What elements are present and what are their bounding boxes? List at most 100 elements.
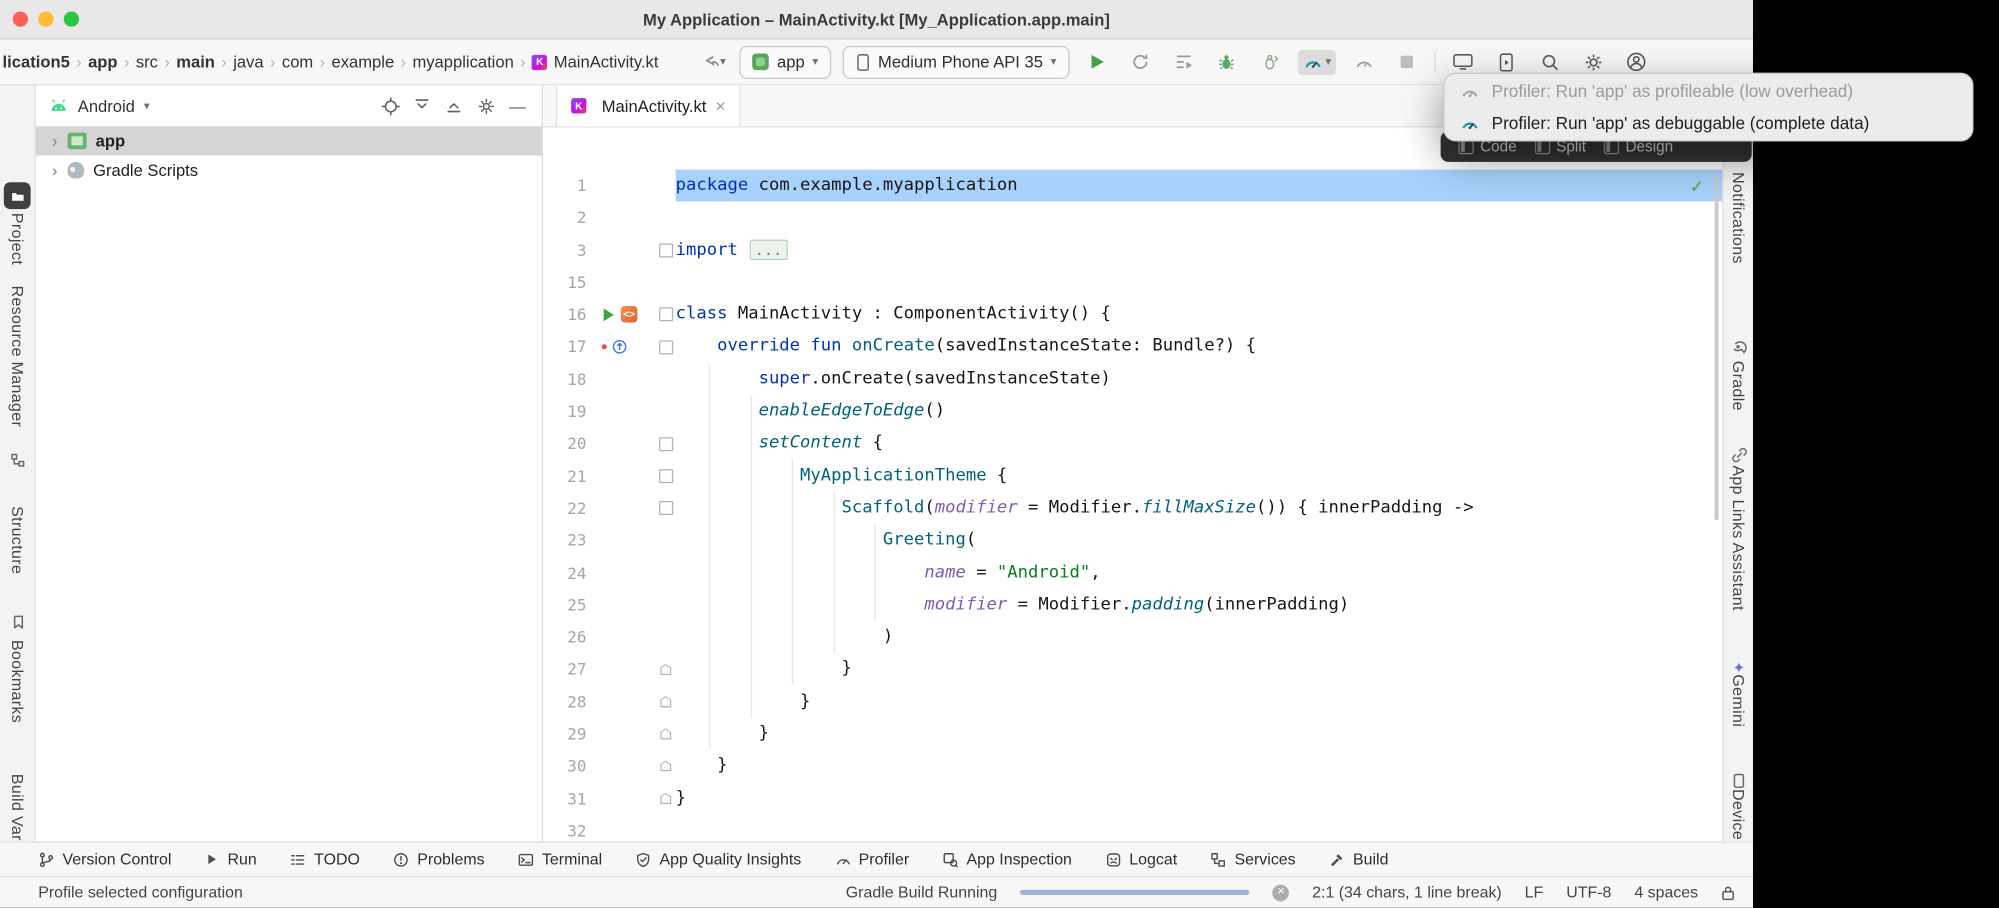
tool-window-button-run[interactable]: Run — [205, 850, 257, 868]
tool-stripe-build-variants[interactable]: Build Variants — [8, 774, 26, 842]
fold-end-marker[interactable] — [660, 696, 671, 707]
tool-stripe-bookmarks[interactable]: Bookmarks — [8, 640, 26, 723]
tool-stripe-resource-manager[interactable]: Resource Manager — [8, 286, 26, 428]
code-line-31[interactable]: 31} — [543, 782, 1722, 814]
code-line-26[interactable]: 26 ) — [543, 621, 1722, 653]
tool-stripe-gradle[interactable]: Gradle — [1729, 361, 1747, 411]
tool-window-button-app-quality-insights[interactable]: App Quality Insights — [635, 850, 801, 868]
gradle-stripe-icon[interactable] — [1730, 338, 1748, 356]
readonly-lock-icon[interactable] — [1721, 884, 1735, 901]
code-line-19[interactable]: 19 enableEdgeToEdge() — [543, 395, 1722, 427]
tool-window-button-problems[interactable]: Problems — [393, 850, 485, 868]
zoom-button[interactable] — [64, 11, 79, 26]
run-configuration-selector[interactable]: app ▾ — [740, 45, 831, 78]
tool-window-button-terminal[interactable]: Terminal — [518, 850, 602, 868]
tool-window-button-build[interactable]: Build — [1329, 850, 1389, 868]
tool-window-button-app-inspection[interactable]: App Inspection — [942, 850, 1072, 868]
fold-marker[interactable] — [658, 308, 672, 322]
device-manager-stripe-icon[interactable] — [1730, 771, 1748, 789]
code-line-29[interactable]: 29 } — [543, 718, 1722, 750]
attach-debugger-button[interactable] — [1254, 46, 1286, 78]
breadcrumb-item[interactable]: main — [176, 52, 215, 71]
minimize-button[interactable] — [38, 11, 53, 26]
tool-stripe-notifications[interactable]: Notifications — [1729, 172, 1747, 264]
editor-tab-mainactivity[interactable]: K MainActivity.kt × — [556, 85, 741, 126]
tool-window-button-logcat[interactable]: Logcat — [1105, 850, 1177, 868]
code-line-28[interactable]: 28 } — [543, 686, 1722, 718]
code-line-15[interactable]: 15 — [543, 266, 1722, 298]
tool-stripe-app-links-assistant[interactable]: App Links Assistant — [1729, 465, 1747, 610]
breadcrumb-item[interactable]: src — [136, 52, 158, 71]
tool-window-button-profiler[interactable]: Profiler — [834, 850, 909, 868]
overriding-method-gutter-icon[interactable] — [612, 339, 627, 354]
hide-panel-button[interactable]: — — [506, 94, 529, 117]
tree-item-app[interactable]: ›app — [36, 126, 542, 155]
rerun-button[interactable] — [1124, 46, 1156, 78]
fold-end-marker[interactable] — [660, 728, 671, 739]
fold-end-marker[interactable] — [660, 760, 671, 771]
line-separator-indicator[interactable]: LF — [1525, 883, 1544, 901]
tool-stripe-project[interactable]: Project — [8, 213, 26, 265]
close-button[interactable] — [13, 11, 28, 26]
tool-stripe-structure[interactable]: Structure — [8, 506, 26, 574]
code-line-32[interactable]: 32 — [543, 815, 1722, 842]
profiler-profileable-option[interactable]: Profiler: Run 'app' as profileable (low … — [1444, 75, 1972, 107]
editor-scrollbar[interactable] — [1715, 178, 1719, 520]
fold-marker[interactable] — [658, 501, 672, 515]
chevron-right-icon[interactable]: › — [46, 161, 64, 180]
profiler-debuggable-option[interactable]: Profiler: Run 'app' as debuggable (compl… — [1444, 107, 1972, 139]
fold-marker[interactable] — [658, 243, 672, 257]
fold-marker[interactable] — [658, 437, 672, 451]
panel-options-button[interactable] — [474, 94, 497, 117]
vcs-update-button[interactable]: ▾ — [697, 46, 729, 78]
breadcrumb-item[interactable]: myapplication — [412, 52, 513, 71]
code-line-27[interactable]: 27 } — [543, 653, 1722, 685]
debug-button[interactable] — [1211, 46, 1243, 78]
code-line-1[interactable]: 1package com.example.myapplication — [543, 170, 1722, 202]
project-tool-button-selected[interactable] — [4, 182, 31, 209]
fold-end-marker[interactable] — [660, 664, 671, 675]
device-selector[interactable]: Medium Phone API 35 ▾ — [842, 45, 1069, 78]
bookmark-stripe-icon[interactable] — [9, 613, 27, 631]
locate-file-button[interactable] — [379, 94, 402, 117]
code-line-21[interactable]: 21 MyApplicationTheme { — [543, 460, 1722, 492]
editor-body[interactable]: 1package com.example.myapplication23impo… — [543, 127, 1722, 841]
run-gutter-icon[interactable] — [602, 307, 616, 322]
fold-end-marker[interactable] — [660, 793, 671, 804]
chevron-right-icon[interactable]: › — [46, 131, 64, 150]
code-line-3[interactable]: 3import ... — [543, 234, 1722, 266]
code-line-24[interactable]: 24 name = "Android", — [543, 557, 1722, 589]
tool-stripe-device-manager[interactable]: Device Manager — [1729, 789, 1747, 841]
breadcrumb-item[interactable]: java — [233, 52, 263, 71]
app-links-stripe-icon[interactable] — [1730, 446, 1748, 464]
run-with-coverage-button[interactable] — [1167, 46, 1199, 78]
caret-position[interactable]: 2:1 (34 chars, 1 line break) — [1312, 883, 1502, 901]
tool-window-button-version-control[interactable]: Version Control — [38, 850, 171, 868]
collapse-all-button[interactable] — [442, 94, 465, 117]
code-line-17[interactable]: 17 override fun onCreate(savedInstanceSt… — [543, 331, 1722, 363]
profile-low-overhead-button[interactable] — [1348, 46, 1380, 78]
fold-marker[interactable] — [658, 340, 672, 354]
tree-item-gradle-scripts[interactable]: ›Gradle Scripts — [36, 156, 542, 185]
breadcrumb-item[interactable]: com — [282, 52, 313, 71]
tool-stripe-gemini[interactable]: Gemini — [1729, 674, 1747, 727]
code-line-25[interactable]: 25 modifier = Modifier.padding(innerPadd… — [543, 589, 1722, 621]
breadcrumb-item[interactable]: app — [88, 52, 117, 71]
code-line-23[interactable]: 23 Greeting( — [543, 524, 1722, 556]
structure-stripe-icon[interactable] — [9, 451, 27, 469]
close-tab-icon[interactable]: × — [715, 97, 725, 115]
breadcrumb-item[interactable]: KMainActivity.kt — [532, 52, 658, 71]
inspections-ok-icon[interactable]: ✓ — [1690, 176, 1705, 198]
encoding-indicator[interactable]: UTF-8 — [1566, 883, 1611, 901]
code-line-20[interactable]: 20 setContent { — [543, 428, 1722, 460]
expand-all-button[interactable] — [411, 94, 434, 117]
breadcrumb-item[interactable]: lication5 — [3, 52, 70, 71]
code-line-30[interactable]: 30 } — [543, 750, 1722, 782]
profiler-button-active[interactable]: ▾ — [1297, 49, 1336, 74]
tool-window-button-todo[interactable]: TODO — [290, 850, 360, 868]
tool-window-button-services[interactable]: Services — [1210, 850, 1295, 868]
code-line-22[interactable]: 22 Scaffold(modifier = Modifier.fillMaxS… — [543, 492, 1722, 524]
code-line-2[interactable]: 2 — [543, 202, 1722, 234]
fold-marker[interactable] — [658, 469, 672, 483]
code-line-16[interactable]: 16<>class MainActivity : ComponentActivi… — [543, 299, 1722, 331]
